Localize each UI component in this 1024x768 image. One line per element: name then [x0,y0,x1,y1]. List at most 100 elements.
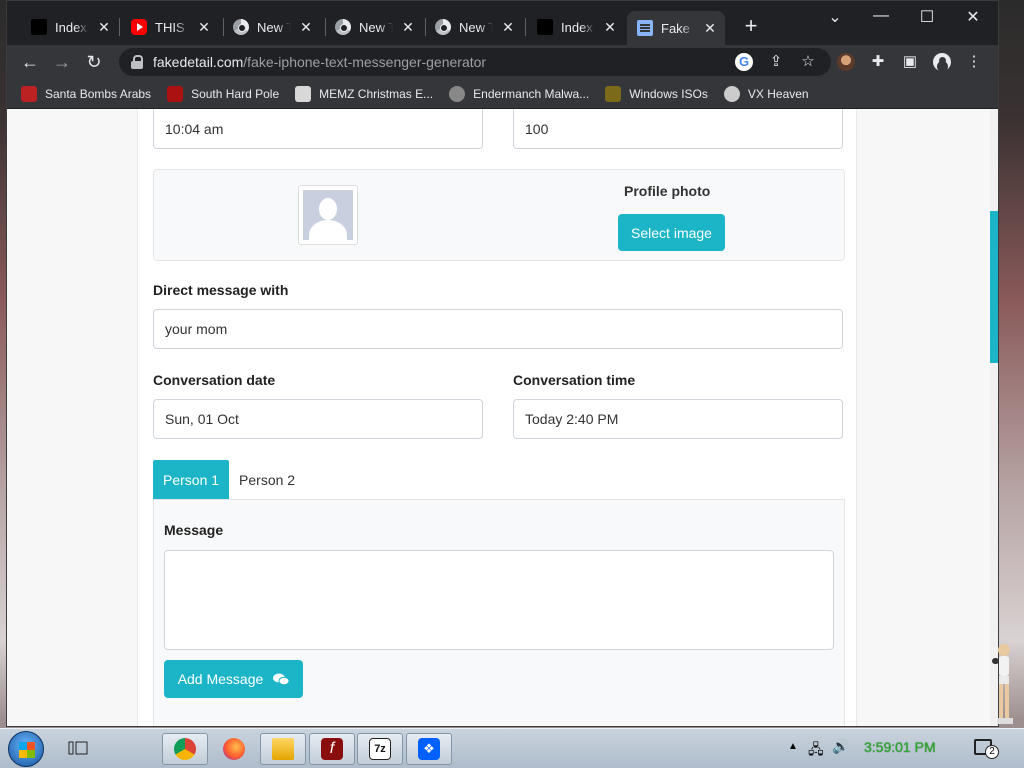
person-1-panel: Message Add Message [153,499,845,726]
new-tab-button[interactable]: + [740,15,762,37]
desktop-mascot-figure [992,644,1013,724]
bookmark-santa-bombs-arabs[interactable]: Santa Bombs Arabs [21,85,151,102]
tab-index-of-2[interactable]: Index of ✕ [527,11,625,43]
bookmark-endermanch-malware[interactable]: Endermanch Malwa... [449,85,590,102]
battery-value: 100 [525,120,549,137]
taskbar-firefox[interactable] [211,733,257,765]
taskbar-7zip[interactable]: 7z [357,733,403,765]
tab-new-tab-2[interactable]: New Tab ✕ [325,11,423,43]
battery-field[interactable]: 100 [513,109,843,149]
close-window-button[interactable]: ✕ [950,7,996,27]
close-icon[interactable]: ✕ [501,19,515,36]
profile-photo-thumbnail [298,185,358,245]
taskbar-chrome[interactable] [162,733,208,765]
tab-strip: Index of ✕ THIS IS ✕ New Tab ✕ New Tab ✕… [7,1,998,45]
conversation-date-value: Sun, 01 Oct [165,411,239,427]
extension-avatar-icon[interactable] [837,53,855,71]
bookmark-vx-heaven[interactable]: VX Heaven [723,85,809,102]
bookmarks-bar: Santa Bombs Arabs South Hard Pole MEMZ C… [7,79,998,109]
profile-icon[interactable] [933,53,951,71]
tab-search-button[interactable]: ⌄ [812,7,858,27]
bookmark-label: South Hard Pole [191,86,280,101]
volume-icon[interactable]: 🔊 [832,738,849,755]
taskbar-dropbox[interactable]: ❖ [406,733,452,765]
page-scrollbar[interactable] [990,109,998,726]
time-field[interactable]: 10:04 am [153,109,483,149]
forward-button[interactable]: → [51,51,73,73]
bookmark-label: MEMZ Christmas E... [319,86,434,101]
start-button[interactable] [8,731,44,767]
chrome-icon [233,19,249,35]
chat-bubbles-icon [273,673,290,686]
conversation-date-label: Conversation date [153,372,276,388]
tab-title: New Tab [359,19,393,35]
reload-button[interactable]: ↻ [83,51,105,73]
tab-title: THIS IS [155,19,189,35]
close-icon[interactable]: ✕ [703,20,717,37]
address-bar[interactable]: fakedetail.com/fake-iphone-text-messenge… [119,48,831,76]
conversation-time-label: Conversation time [513,372,636,388]
message-label: Message [164,522,224,538]
skull-icon [723,85,740,102]
notification-count-badge: 2 [985,745,999,759]
scrollbar-thumb[interactable] [990,211,998,363]
windows-taskbar: f 7z ❖ ▲ 🖧 🔊 3:59:01 PM 2 [0,728,1024,768]
firefox-icon [223,738,245,760]
url-path: /fake-iphone-text-messenger-generator [243,54,487,70]
close-icon[interactable]: ✕ [97,19,111,36]
tab-new-tab-1[interactable]: New Tab ✕ [223,11,321,43]
share-icon[interactable]: ⇪ [767,53,785,71]
tab-title: New Tab [257,19,291,35]
bookmark-star-icon[interactable]: ☆ [799,53,817,71]
tab-person-2[interactable]: Person 2 [229,460,305,500]
bookmark-windows-isos[interactable]: Windows ISOs [605,85,708,102]
bookmark-south-hard-pole[interactable]: South Hard Pole [167,85,280,102]
bookmark-label: VX Heaven [747,86,809,101]
show-hidden-icons-icon[interactable]: ▲ [788,741,798,752]
windows-iso-icon [605,85,622,102]
tab-separator [119,18,120,36]
side-panel-icon[interactable]: ▣ [901,53,919,71]
bookmark-icon [167,85,184,102]
conversation-time-input[interactable]: Today 2:40 PM [513,399,843,439]
back-button[interactable]: ← [19,51,41,73]
tab-separator [525,18,526,36]
task-view-icon[interactable] [68,739,88,757]
tab-index-of-1[interactable]: Index of ✕ [21,11,119,43]
tab-title: New Tab [459,19,493,35]
page-viewport: 10:04 am 100 Profile photo Select image … [7,109,998,726]
close-icon[interactable]: ✕ [401,19,415,36]
select-image-button[interactable]: Select image [618,214,725,251]
generator-form: 10:04 am 100 Profile photo Select image … [137,109,857,726]
browser-toolbar: ← → ↻ fakedetail.com/fake-iphone-text-me… [7,45,998,79]
taskbar-flash[interactable]: f [309,733,355,765]
folder-icon [272,738,294,760]
close-icon[interactable]: ✕ [299,19,313,36]
maximize-button[interactable]: ☐ [904,7,950,27]
minimize-button[interactable]: — [858,7,904,25]
conversation-time-value: Today 2:40 PM [525,411,619,427]
tab-title: Index of [561,19,595,35]
lock-icon[interactable] [131,55,143,69]
bookmark-label: Endermanch Malwa... [473,86,590,101]
tab-new-tab-3[interactable]: New Tab ✕ [425,11,523,43]
person-tabs: Person 1 Person 2 [153,460,305,500]
menu-kebab-icon[interactable]: ⋮ [965,53,983,71]
close-icon[interactable]: ✕ [197,19,211,36]
conversation-date-input[interactable]: Sun, 01 Oct [153,399,483,439]
folder-icon [537,19,553,35]
add-message-button[interactable]: Add Message [164,660,303,698]
extensions-puzzle-icon[interactable]: ✚ [869,53,887,71]
bookmark-memz-christmas[interactable]: MEMZ Christmas E... [295,85,434,102]
tab-youtube[interactable]: THIS IS ✕ [121,11,219,43]
google-icon[interactable]: G [735,53,753,71]
tab-person-1[interactable]: Person 1 [153,460,230,500]
7zip-icon: 7z [369,738,391,760]
message-textarea[interactable] [164,550,834,650]
close-icon[interactable]: ✕ [603,19,617,36]
system-clock[interactable]: 3:59:01 PM [864,739,936,755]
taskbar-file-explorer[interactable] [260,733,306,765]
direct-message-input[interactable]: your mom [153,309,843,349]
network-icon[interactable]: 🖧 [808,739,824,763]
tab-fake-iphone[interactable]: Fake iPhone ✕ [627,11,725,45]
